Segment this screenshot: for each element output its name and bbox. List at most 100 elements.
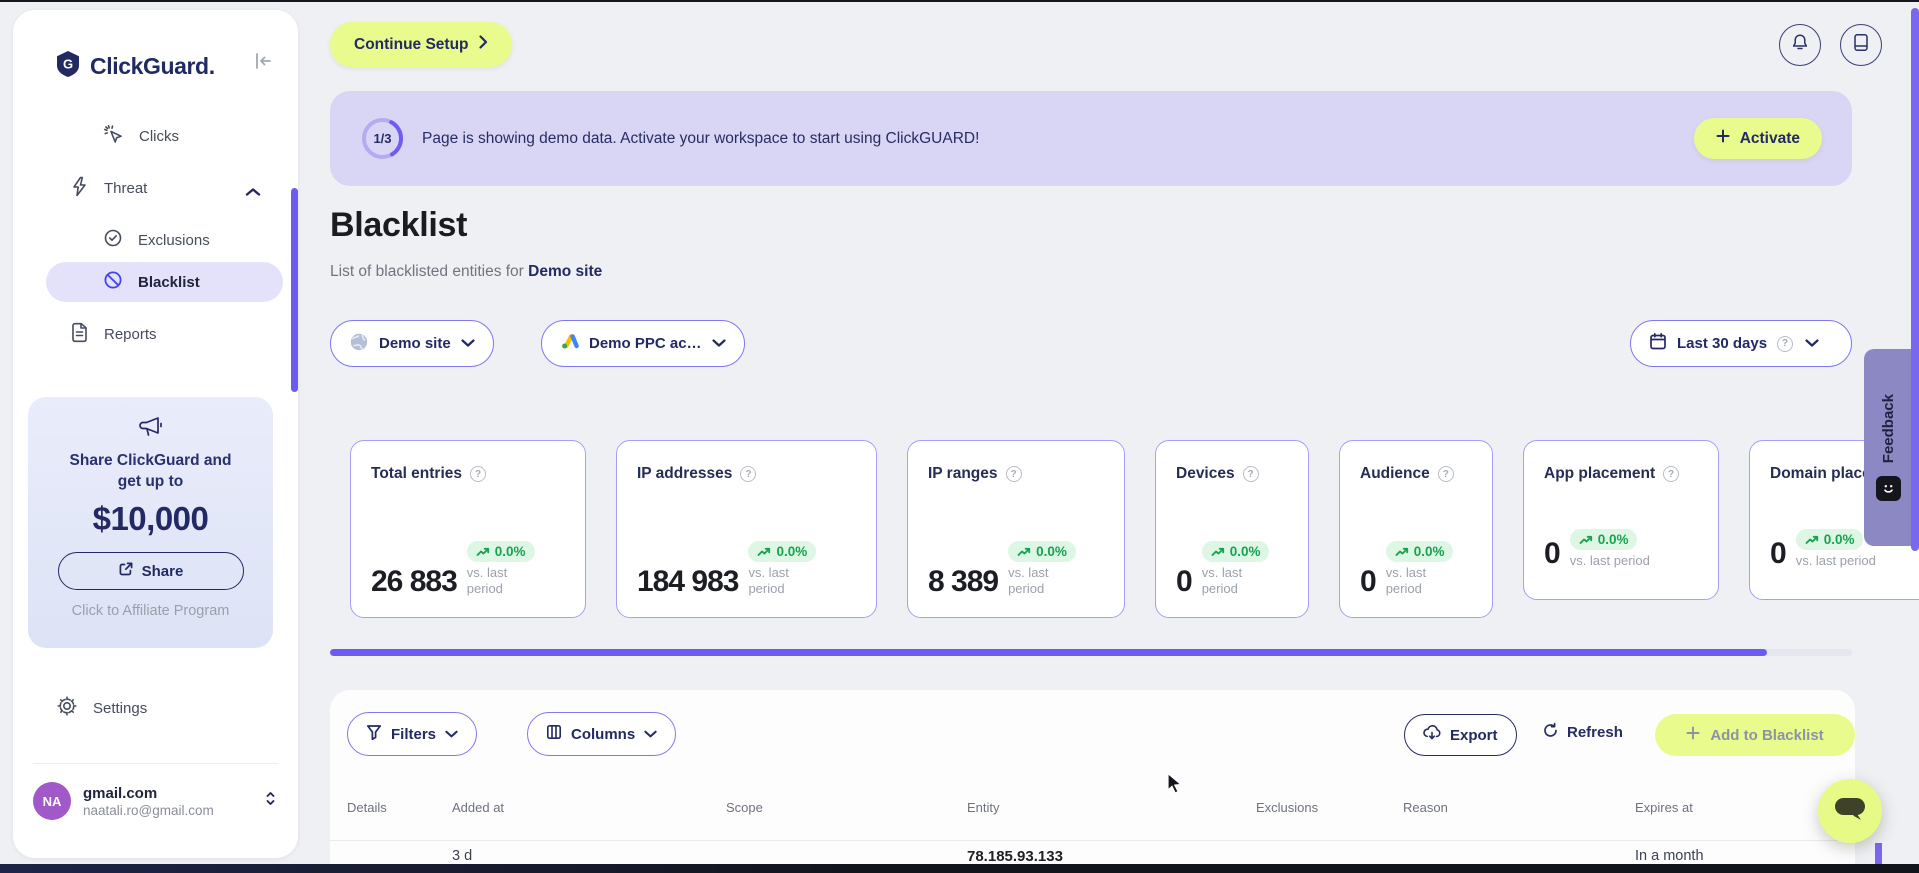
refresh-icon	[1542, 722, 1559, 743]
continue-setup-label: Continue Setup	[354, 35, 469, 53]
blacklist-table-card: Filters Columns Export Refresh Add to Bl…	[330, 690, 1855, 873]
stat-label: IP addresses	[637, 465, 733, 482]
column-header-expires-at[interactable]: Expires at	[1635, 800, 1837, 815]
book-icon	[1853, 33, 1869, 57]
feedback-label: Feedback	[1880, 394, 1897, 464]
column-header-exclusions[interactable]: Exclusions	[1256, 800, 1403, 815]
stat-vs-label: vs. last period	[1008, 565, 1049, 596]
activate-button[interactable]: Activate	[1693, 118, 1822, 159]
ppc-selector-value: Demo PPC ac…	[589, 335, 702, 352]
columns-button[interactable]: Columns	[527, 712, 677, 756]
sidebar-item-exclusions[interactable]: Exclusions	[103, 228, 210, 252]
stat-vs-label: vs. last period	[1385, 565, 1427, 596]
activate-label: Activate	[1739, 129, 1800, 147]
column-header-details[interactable]: Details	[347, 800, 452, 815]
no-entry-icon	[103, 270, 123, 294]
chat-widget-button[interactable]	[1818, 779, 1882, 843]
plus-icon	[1716, 129, 1730, 148]
app-window: G ClickGuard. Clicks Threat Exclusions B…	[0, 0, 1919, 873]
refresh-button[interactable]: Refresh	[1542, 722, 1623, 743]
help-icon[interactable]: ?	[1663, 466, 1680, 482]
chevron-down-icon	[461, 335, 475, 352]
sidebar-item-label: Reports	[104, 326, 157, 343]
filters-label: Filters	[391, 725, 437, 743]
stat-value: 0	[1770, 537, 1787, 570]
trend-badge: 0.0%	[1385, 541, 1454, 562]
cell-expires-at: In a month	[1635, 848, 1704, 864]
share-button[interactable]: Share	[57, 552, 244, 590]
stat-label: Devices	[1176, 465, 1235, 482]
trend-badge: 0.0%	[1569, 529, 1638, 550]
avatar: NA	[33, 782, 71, 820]
sidebar-item-settings[interactable]: Settings	[57, 696, 147, 720]
chevron-up-icon[interactable]	[245, 184, 261, 202]
stat-vs-label: vs. last period	[1201, 565, 1243, 596]
sidebar-divider	[33, 763, 278, 764]
help-icon[interactable]: ?	[1777, 335, 1794, 352]
feedback-smiley-icon	[1876, 475, 1901, 501]
export-label: Export	[1450, 726, 1498, 744]
ppc-account-selector[interactable]: Demo PPC ac…	[541, 320, 745, 367]
subtitle-site-name: Demo site	[528, 263, 603, 280]
sidebar-item-threat[interactable]: Threat	[70, 176, 147, 201]
cards-scrollbar-track[interactable]	[330, 649, 1852, 656]
date-range-selector[interactable]: Last 30 days ?	[1630, 320, 1852, 367]
date-range-value: Last 30 days	[1677, 335, 1768, 352]
setup-progress-step: 1/3	[373, 131, 392, 146]
sidebar-item-blacklist[interactable]: Blacklist	[46, 262, 283, 302]
continue-setup-button[interactable]: Continue Setup	[330, 22, 512, 67]
help-icon[interactable]: ?	[740, 466, 757, 482]
document-icon	[70, 322, 89, 347]
trend-badge: 0.0%	[1008, 541, 1076, 562]
page-title: Blacklist	[330, 206, 468, 244]
help-icon[interactable]: ?	[470, 466, 487, 482]
sidebar-item-reports[interactable]: Reports	[70, 322, 157, 347]
notifications-button[interactable]	[1779, 24, 1821, 66]
stat-value: 184 983	[637, 565, 739, 598]
add-to-blacklist-button[interactable]: Add to Blacklist	[1655, 714, 1855, 756]
stat-card-audience: Audience? 0 0.0% vs. last period	[1339, 440, 1493, 618]
page-scrollbar-thumb[interactable]	[1911, 8, 1919, 551]
feedback-tab[interactable]: Feedback	[1864, 349, 1913, 546]
trend-badge: 0.0%	[1201, 541, 1270, 562]
table-header-row: Details Added at Scope Entity Exclusions…	[347, 800, 1837, 815]
stat-card-ip-ranges: IP ranges? 8 389 0.0% vs. last period	[907, 440, 1125, 618]
help-icon[interactable]: ?	[1242, 466, 1259, 482]
page-subtitle: List of blacklisted entities for Demo si…	[330, 263, 602, 281]
promo-text-line2: get up to	[117, 473, 184, 490]
cards-scrollbar-thumb[interactable]	[330, 649, 1767, 656]
promo-footnote[interactable]: Click to Affiliate Program	[28, 603, 273, 619]
chevron-down-icon	[711, 335, 726, 352]
calendar-icon	[1649, 332, 1667, 355]
docs-button[interactable]	[1840, 24, 1882, 66]
sidebar-collapse-icon[interactable]	[253, 52, 273, 75]
stat-vs-label: vs. last period	[748, 565, 789, 596]
lightning-icon	[70, 176, 89, 201]
chat-bubble-icon	[1833, 795, 1867, 828]
account-switcher[interactable]: NA gmail.com naatali.ro@gmail.com	[33, 782, 278, 820]
sidebar-item-clicks[interactable]: Clicks	[103, 124, 179, 149]
column-header-entity[interactable]: Entity	[967, 800, 1256, 815]
sidebar-item-label: Clicks	[139, 128, 179, 145]
filters-button[interactable]: Filters	[347, 712, 478, 756]
demo-data-banner: 1/3 Page is showing demo data. Activate …	[330, 91, 1852, 186]
export-button[interactable]: Export	[1404, 714, 1517, 756]
logo[interactable]: G ClickGuard.	[55, 50, 215, 83]
column-header-reason[interactable]: Reason	[1403, 800, 1635, 815]
add-to-blacklist-label: Add to Blacklist	[1710, 726, 1824, 744]
filter-icon	[366, 724, 382, 744]
table-row[interactable]: 3 d 78.185.93.133 In a month	[347, 848, 1837, 865]
help-icon[interactable]: ?	[1005, 466, 1022, 482]
stat-label: Total entries	[371, 465, 463, 482]
svg-text:G: G	[63, 57, 73, 72]
site-selector[interactable]: Demo site	[330, 320, 494, 367]
plus-icon	[1686, 726, 1700, 744]
window-top-edge	[0, 0, 1919, 2]
logo-shield-icon: G	[55, 50, 81, 83]
sidebar-item-label: Exclusions	[138, 231, 210, 249]
column-header-added-at[interactable]: Added at	[452, 800, 726, 815]
help-icon[interactable]: ?	[1437, 466, 1454, 482]
sidebar-scrollbar[interactable]	[291, 188, 298, 392]
trend-badge: 0.0%	[748, 541, 817, 562]
column-header-scope[interactable]: Scope	[726, 800, 967, 815]
